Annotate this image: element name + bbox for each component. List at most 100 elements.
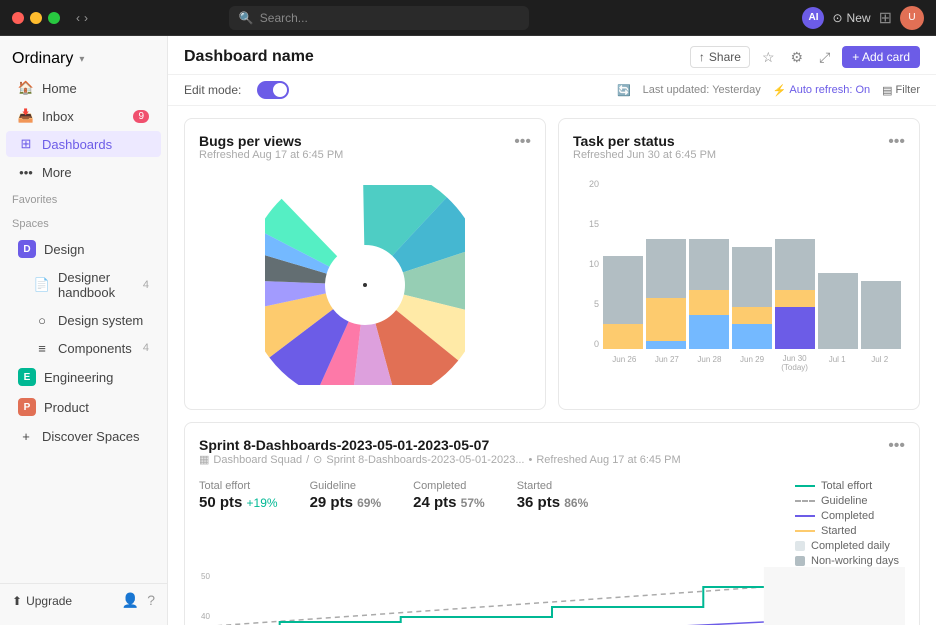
minimize-button[interactable] (30, 12, 42, 24)
sidebar-item-designer-handbook[interactable]: 📄 Designer handbook 4 (6, 265, 161, 305)
sidebar-item-label: Engineering (44, 370, 113, 385)
pie-chart-container (199, 175, 531, 395)
star-icon[interactable]: ☆ (758, 47, 779, 68)
bar-jul2 (861, 179, 901, 349)
bugs-card-menu[interactable]: ••• (514, 133, 531, 151)
sidebar-item-discover[interactable]: + Discover Spaces (6, 423, 161, 449)
sidebar-item-inbox[interactable]: 📥 Inbox 9 (6, 103, 161, 129)
header-actions: ↑ Share ☆ ⚙ ⤢ + Add card (690, 46, 920, 68)
back-arrow[interactable]: ‹ (76, 11, 80, 25)
engineering-space-icon: E (18, 368, 36, 386)
bars-group (603, 179, 901, 349)
breadcrumb-icon2: ⊙ (313, 453, 322, 466)
bar-chart-container: 20 15 10 5 0 (573, 175, 905, 383)
sidebar-item-design[interactable]: D Design (6, 235, 161, 263)
bugs-pie-chart (265, 185, 465, 385)
search-placeholder: Search... (260, 11, 308, 25)
breadcrumb-item2: Sprint 8-Dashboards-2023-05-01-2023... (326, 454, 524, 466)
task-card: Task per status Refreshed Jun 30 at 6:45… (558, 118, 920, 410)
sidebar-item-components[interactable]: ≡ Components 4 (6, 335, 161, 361)
search-icon: 🔍 (239, 11, 254, 25)
edit-mode-toggle[interactable] (257, 81, 289, 99)
sidebar-item-design-system[interactable]: ○ Design system (6, 307, 161, 333)
metric-value-0: 50 pts +19% (199, 494, 278, 511)
dashboards-icon: ⊞ (18, 136, 34, 152)
search-bar[interactable]: 🔍 Search... (229, 6, 529, 30)
metric-label-2: Completed (413, 480, 485, 492)
add-card-button[interactable]: + Add card (842, 46, 920, 68)
sprint-card-title: Sprint 8-Dashboards-2023-05-01-2023-05-0… (199, 437, 681, 453)
sidebar-item-home[interactable]: 🏠 Home (6, 75, 161, 101)
bar-jun30 (775, 179, 815, 349)
doc-icon: 📄 (34, 277, 50, 293)
help-icon[interactable]: ? (147, 592, 155, 609)
last-updated: Last updated: Yesterday (643, 84, 761, 96)
metric-guideline: Guideline 29 pts 69% (310, 480, 382, 511)
new-button[interactable]: ⊙ New (832, 11, 870, 25)
sidebar-item-label: Home (42, 81, 77, 96)
legend-completed-daily: Completed daily (795, 540, 905, 552)
x-label-jun27: Jun 27 (646, 355, 689, 364)
metric-extra-2: 57% (461, 496, 485, 510)
share-button[interactable]: ↑ Share (690, 46, 750, 68)
sidebar: Ordinary ▾ 🏠 Home 📥 Inbox 9 ⊞ Dashboards… (0, 36, 168, 625)
metric-total-effort: Total effort 50 pts +19% (199, 480, 278, 511)
inbox-icon: 📥 (18, 108, 34, 124)
y-label-20: 20 (589, 179, 599, 189)
breadcrumb-sep: / (306, 454, 309, 466)
sidebar-item-more[interactable]: ••• More (6, 159, 161, 185)
sidebar-item-label: Design (44, 242, 84, 257)
sidebar-item-dashboards[interactable]: ⊞ Dashboards (6, 131, 161, 157)
y-label-0: 0 (594, 339, 599, 349)
x-labels: Jun 26 Jun 27 Jun 28 Jun 29 Jun 30(Today… (603, 351, 901, 379)
task-card-menu[interactable]: ••• (888, 133, 905, 151)
y-label-5: 5 (594, 299, 599, 309)
sidebar-item-product[interactable]: P Product (6, 393, 161, 421)
bar-chart-area: 20 15 10 5 0 (573, 179, 905, 379)
expand-icon[interactable]: ⤢ (815, 47, 834, 68)
main-layout: Ordinary ▾ 🏠 Home 📥 Inbox 9 ⊞ Dashboards… (0, 36, 936, 625)
cards-grid: Bugs per views Refreshed Aug 17 at 6:45 … (168, 106, 936, 422)
auto-refresh-status[interactable]: ⚡ Auto refresh: On (773, 84, 870, 97)
sidebar-item-engineering[interactable]: E Engineering (6, 363, 161, 391)
breadcrumb-item1: Dashboard Squad (213, 454, 302, 466)
list-icon: ≡ (34, 340, 50, 356)
y-label-15: 15 (589, 219, 599, 229)
home-icon: 🏠 (18, 80, 34, 96)
breadcrumb-sep2: • (529, 454, 533, 466)
x-label-jul1: Jul 1 (816, 355, 859, 364)
content-area: Dashboard name ↑ Share ☆ ⚙ ⤢ + Add card … (168, 36, 936, 625)
legend-label-1: Guideline (821, 495, 867, 507)
workspace-chevron: ▾ (79, 54, 84, 65)
metric-extra-0: +19% (247, 496, 278, 510)
user-icon[interactable]: 👤 (122, 592, 139, 609)
metric-value-2: 24 pts 57% (413, 494, 485, 511)
metric-value-1: 29 pts 69% (310, 494, 382, 511)
maximize-button[interactable] (48, 12, 60, 24)
sprint-breadcrumb: ▦ Dashboard Squad / ⊙ Sprint 8-Dashboard… (199, 453, 681, 466)
legend-label-3: Started (821, 525, 856, 537)
y-label-10: 10 (589, 259, 599, 269)
window-controls (12, 12, 60, 24)
settings-icon[interactable]: ⚙ (787, 47, 808, 68)
svg-text:50: 50 (201, 572, 210, 581)
avatar[interactable]: U (900, 6, 924, 30)
filter-icon: ▤ (882, 84, 892, 97)
grid-icon[interactable]: ⊞ (879, 8, 892, 28)
forward-arrow[interactable]: › (84, 11, 88, 25)
metric-label-1: Guideline (310, 480, 382, 492)
close-button[interactable] (12, 12, 24, 24)
metric-completed: Completed 24 pts 57% (413, 480, 485, 511)
dashboard-header: Dashboard name ↑ Share ☆ ⚙ ⤢ + Add card (168, 36, 936, 75)
x-label-jul2: Jul 2 (858, 355, 901, 364)
legend-label-0: Total effort (821, 480, 872, 492)
legend-label-2: Completed (821, 510, 874, 522)
toggle-dot (273, 83, 287, 97)
legend-color-0 (795, 485, 815, 487)
upgrade-button[interactable]: ⬆ Upgrade (12, 594, 72, 608)
sidebar-item-label: Components (58, 341, 132, 356)
sprint-card-menu[interactable]: ••• (888, 437, 905, 455)
filter-button[interactable]: ▤ Filter (882, 84, 920, 97)
sidebar-item-label: Discover Spaces (42, 429, 140, 444)
workspace-header[interactable]: Ordinary ▾ (0, 44, 167, 74)
